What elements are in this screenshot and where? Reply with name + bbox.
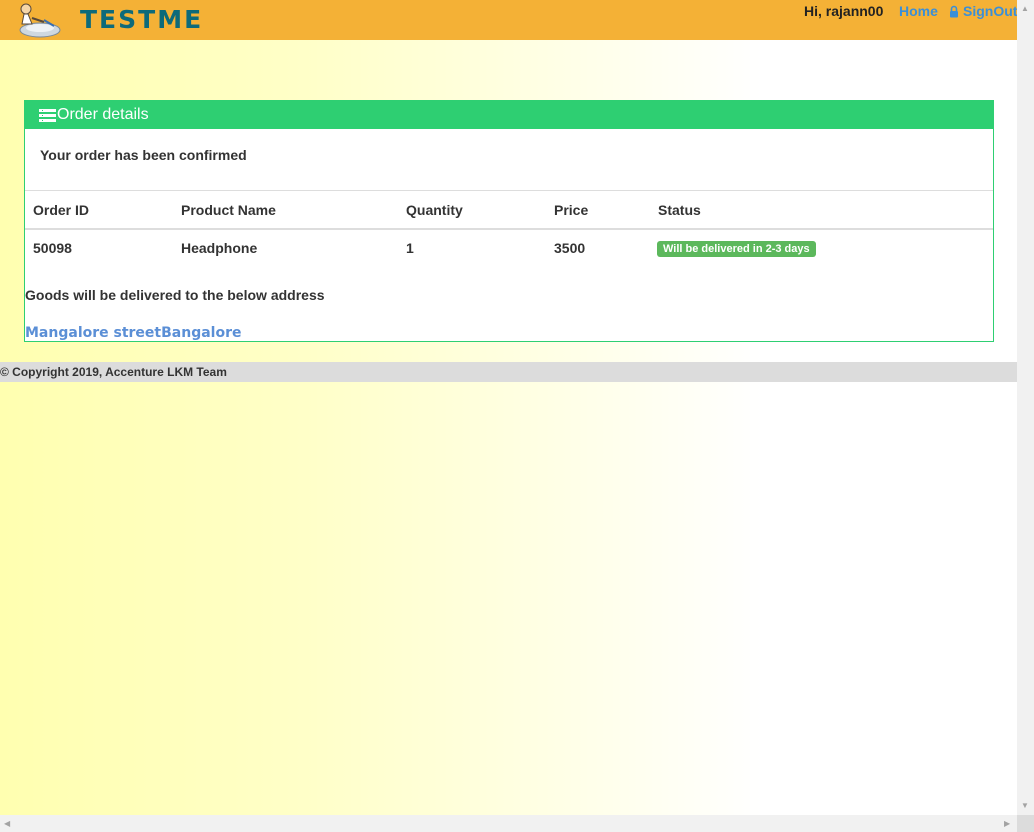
user-greeting: Hi, rajann00: [804, 3, 884, 19]
column-header-quantity: Quantity: [406, 202, 463, 218]
order-details-panel: Order details Your order has been confir…: [24, 100, 994, 342]
order-confirmation: Your order has been confirmed: [40, 147, 247, 163]
footer: © Copyright 2019, Accenture LKM Team: [0, 362, 1017, 382]
column-header-status: Status: [658, 202, 701, 218]
top-navbar: TESTME Hi, rajann00 Home SignOut: [0, 0, 1017, 40]
logo-icon[interactable]: [14, 0, 62, 40]
vertical-scrollbar[interactable]: ▲ ▼: [1017, 0, 1034, 815]
signout-link[interactable]: SignOut: [949, 3, 1017, 19]
signout-label: SignOut: [963, 3, 1018, 19]
price-cell: 3500: [554, 240, 586, 256]
scroll-down-icon[interactable]: ▼: [1021, 802, 1029, 810]
scrollbar-corner: [1017, 815, 1034, 832]
horizontal-scrollbar[interactable]: ◀ ▶: [0, 815, 1017, 832]
lock-icon: [950, 5, 958, 17]
panel-heading: Order details: [25, 101, 993, 129]
delivery-address: Mangalore streetBangalore: [25, 325, 242, 341]
brand-name[interactable]: TESTME: [80, 5, 203, 34]
quantity-cell: 1: [406, 240, 414, 256]
table-row: 50098 Headphone 1 3500 Will be delivered…: [25, 230, 993, 268]
copyright-text: © Copyright 2019, Accenture LKM Team: [0, 365, 227, 379]
column-header-product-name: Product Name: [181, 202, 276, 218]
status-badge: Will be delivered in 2-3 days: [657, 241, 816, 257]
panel-title: Order details: [57, 106, 149, 123]
column-header-price: Price: [554, 202, 589, 218]
scroll-right-icon[interactable]: ▶: [1004, 820, 1010, 828]
product-name-cell: Headphone: [181, 240, 258, 256]
home-link[interactable]: Home: [899, 3, 938, 19]
list-icon: [39, 108, 56, 122]
order-id-cell: 50098: [33, 240, 72, 256]
order-table: Order ID Product Name Quantity Price Sta…: [25, 190, 993, 268]
scroll-left-icon[interactable]: ◀: [4, 820, 10, 828]
scroll-up-icon[interactable]: ▲: [1021, 5, 1029, 13]
table-header: Order ID Product Name Quantity Price Sta…: [25, 191, 993, 230]
delivery-note: Goods will be delivered to the below add…: [25, 287, 325, 303]
column-header-order-id: Order ID: [33, 202, 90, 218]
